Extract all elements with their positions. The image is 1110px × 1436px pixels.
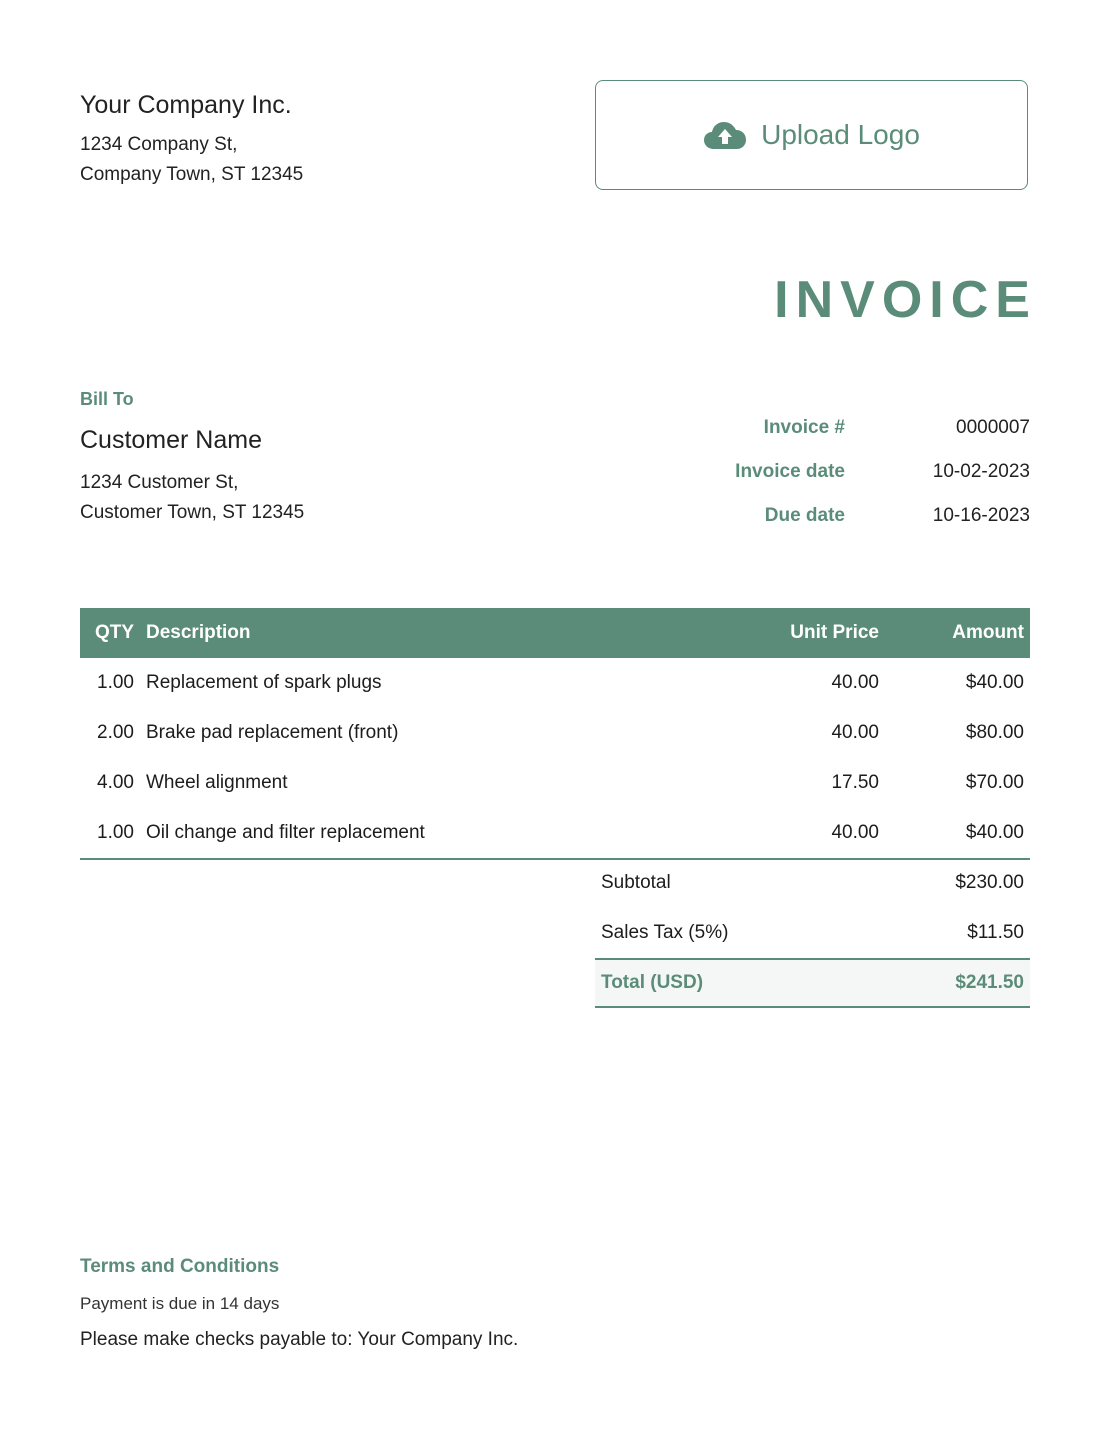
line-items-table: QTY Description Unit Price Amount 1.00 R… [80, 608, 1030, 860]
table-header: QTY Description Unit Price Amount [80, 608, 1030, 658]
subtotal-label: Subtotal [601, 872, 671, 893]
company-address-line2: Company Town, ST 12345 [80, 164, 304, 185]
total-row: Total (USD) $241.50 [595, 958, 1030, 1008]
row-description: Brake pad replacement (front) [146, 722, 399, 743]
subtotal-row: Subtotal $230.00 [595, 858, 1030, 908]
invoice-date-value: 10-02-2023 [932, 461, 1030, 482]
row-description: Replacement of spark plugs [146, 672, 382, 693]
table-row: 4.00 Wheel alignment 17.50 $70.00 [80, 758, 1030, 808]
totals-section: Subtotal $230.00 Sales Tax (5%) $11.50 T… [595, 858, 1030, 1008]
cloud-upload-icon [703, 120, 747, 150]
due-date-label: Due date [764, 505, 845, 526]
bill-to-label: Bill To [80, 389, 134, 409]
row-amount: $80.00 [965, 722, 1024, 743]
subtotal-value: $230.00 [955, 872, 1024, 893]
customer-name: Customer Name [80, 426, 262, 454]
row-qty: 1.00 [97, 672, 134, 693]
invoice-date-label: Invoice date [735, 461, 845, 482]
row-qty: 2.00 [97, 722, 134, 743]
invoice-number-label: Invoice # [763, 417, 845, 438]
row-amount: $40.00 [965, 822, 1024, 843]
tax-label: Sales Tax (5%) [601, 922, 729, 943]
row-unit-price: 40.00 [831, 722, 879, 743]
company-address-line1: 1234 Company St, [80, 134, 238, 155]
company-name: Your Company Inc. [80, 91, 292, 119]
total-label: Total (USD) [601, 972, 704, 993]
customer-address-line2: Customer Town, ST 12345 [80, 502, 305, 523]
header-qty: QTY [94, 622, 134, 643]
row-qty: 1.00 [97, 822, 134, 843]
header-amount: Amount [952, 622, 1024, 643]
upload-logo-label: Upload Logo [761, 119, 920, 150]
row-description: Wheel alignment [146, 772, 288, 793]
due-date-value: 10-16-2023 [932, 505, 1030, 526]
row-amount: $40.00 [965, 672, 1024, 693]
tax-value: $11.50 [967, 922, 1024, 943]
row-description: Oil change and filter replacement [146, 822, 425, 843]
row-qty: 4.00 [97, 772, 134, 793]
terms-heading: Terms and Conditions [80, 1256, 280, 1277]
row-unit-price: 40.00 [831, 822, 879, 843]
table-row: 1.00 Replacement of spark plugs 40.00 $4… [80, 658, 1030, 708]
row-amount: $70.00 [965, 772, 1024, 793]
invoice-number-value: 0000007 [956, 417, 1030, 438]
terms-payment-due: Payment is due in 14 days [80, 1294, 280, 1313]
row-unit-price: 17.50 [831, 772, 879, 793]
table-row: 1.00 Oil change and filter replacement 4… [80, 808, 1030, 858]
upload-logo-button[interactable]: Upload Logo [595, 80, 1028, 190]
total-value: $241.50 [955, 972, 1024, 993]
table-row: 2.00 Brake pad replacement (front) 40.00… [80, 708, 1030, 758]
tax-row: Sales Tax (5%) $11.50 [595, 908, 1030, 958]
header-unit-price: Unit Price [790, 622, 879, 643]
invoice-title: INVOICE [774, 271, 1037, 329]
row-unit-price: 40.00 [831, 672, 879, 693]
header-description: Description [146, 622, 251, 643]
terms-checks-payable: Please make checks payable to: Your Comp… [80, 1329, 519, 1350]
customer-address-line1: 1234 Customer St, [80, 472, 239, 493]
